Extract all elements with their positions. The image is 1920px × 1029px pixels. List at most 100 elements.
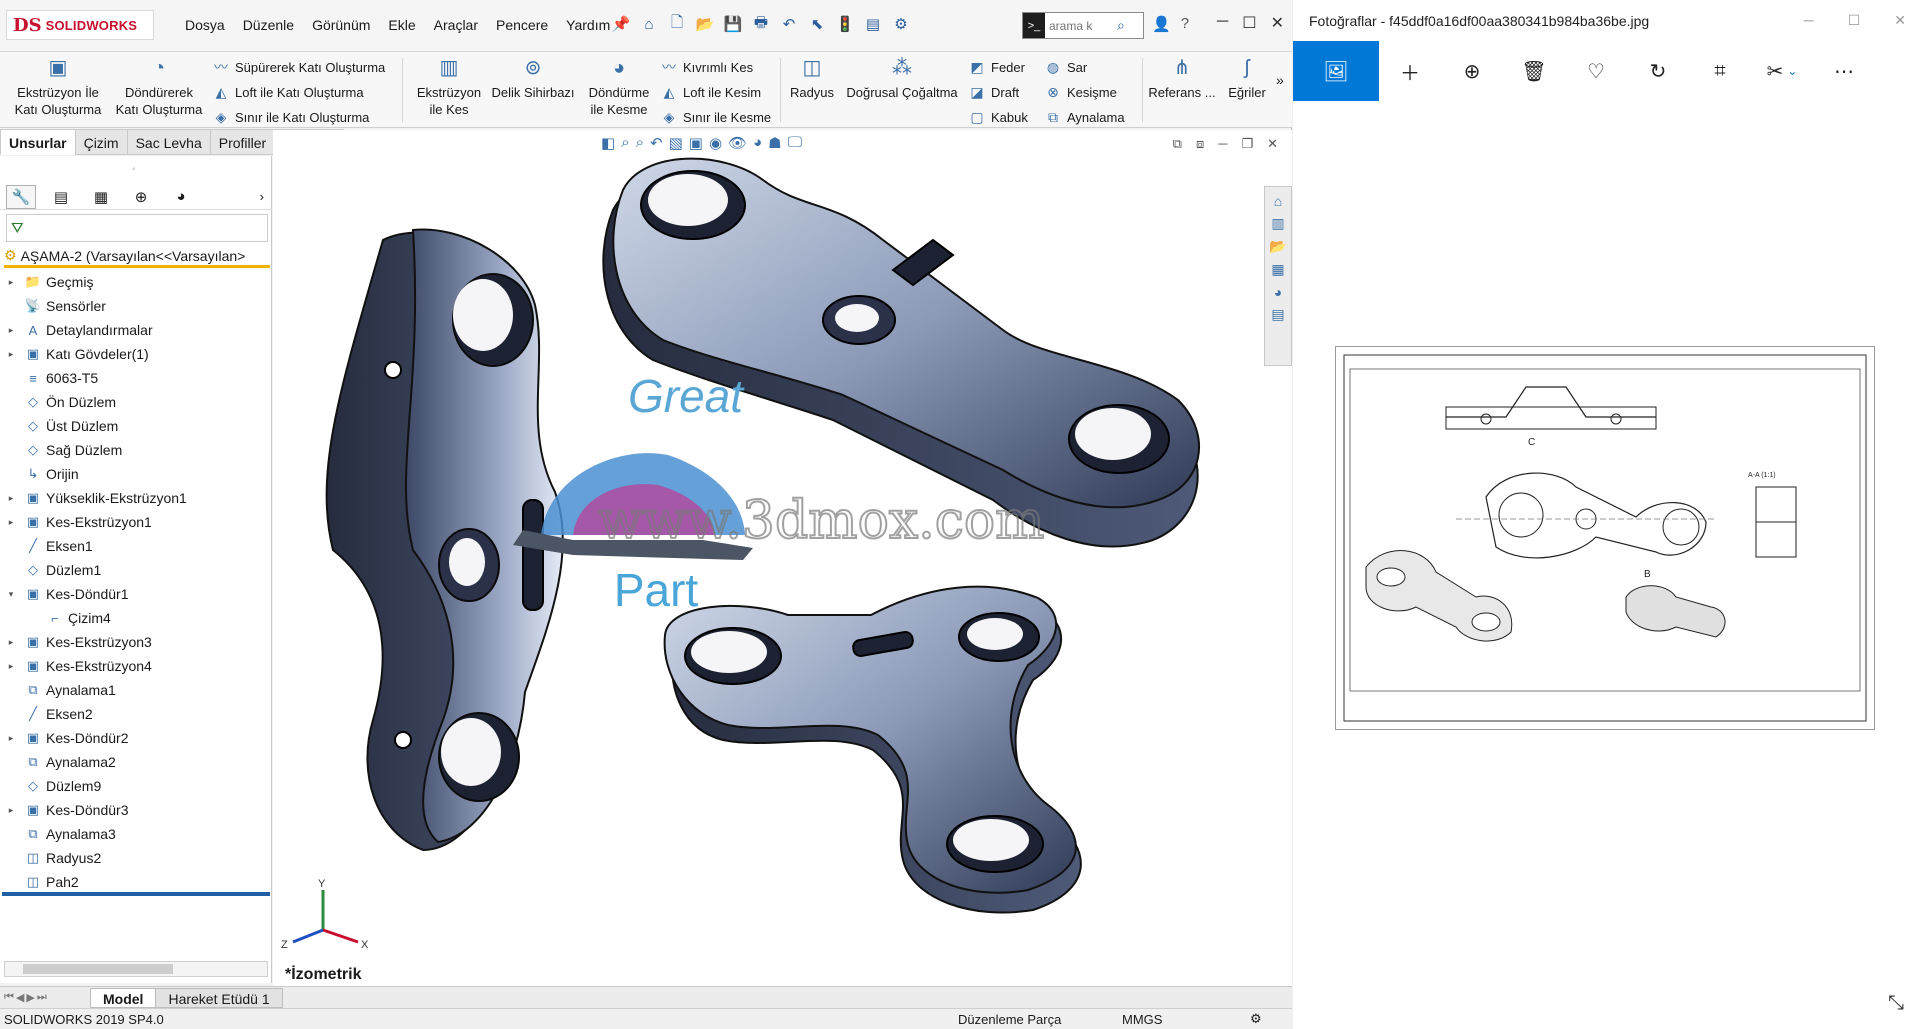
command-search-icon[interactable]: >_ bbox=[1023, 13, 1045, 38]
open-folder-icon[interactable]: 📂 bbox=[694, 13, 716, 35]
menu-1[interactable]: Düzenle bbox=[234, 17, 303, 33]
search-input[interactable] bbox=[1045, 18, 1117, 33]
tree-node[interactable]: ◇ Üst Düzlem bbox=[0, 414, 272, 438]
view-palette-icon[interactable]: ▦ bbox=[1271, 261, 1284, 278]
tree-node[interactable]: ◇ Düzlem1 bbox=[0, 558, 272, 582]
unit-system-button[interactable]: MMGS bbox=[1122, 1012, 1162, 1027]
status-settings-icon[interactable]: ⚙ bbox=[1250, 1011, 1262, 1027]
shell-button[interactable]: ▢ Kabuk bbox=[968, 108, 1028, 126]
tree-node[interactable]: ⧉ Aynalama3 bbox=[0, 822, 272, 846]
mirror-button[interactable]: ⧉ Aynalama bbox=[1044, 108, 1125, 126]
tree-node[interactable]: ◫ Pah2 bbox=[0, 870, 272, 894]
delete-button[interactable]: 🗑 bbox=[1503, 41, 1565, 101]
tab-0[interactable]: Unsurlar bbox=[0, 129, 76, 155]
revolve-boss-button[interactable]: ◔ Döndürerek Katı Oluşturma bbox=[112, 56, 206, 118]
extrude-boss-button[interactable]: ▣ Ekstrüzyon İle Katı Oluşturma bbox=[8, 56, 108, 118]
expand-arrow-icon[interactable]: ▸ bbox=[4, 661, 18, 672]
graphics-area[interactable]: ◧ ⌕ ⌕ ↶ ▧ ▣ ◉ 👁 ◕ ☗ 🖵 ⧉ ⧈ ─ ❐ ✕ Great Pa… bbox=[273, 130, 1292, 986]
photos-minimize-icon[interactable]: ─ bbox=[1804, 12, 1814, 29]
tree-node[interactable]: ↳ Orijin bbox=[0, 462, 272, 486]
close-icon[interactable]: ✕ bbox=[1271, 13, 1284, 33]
chevron-right-icon[interactable]: › bbox=[260, 189, 264, 204]
appearances-icon[interactable]: ◕ bbox=[1274, 284, 1282, 300]
hole-wizard-button[interactable]: ⊚ Delik Sihirbazı bbox=[490, 56, 576, 101]
first-tab-icon[interactable]: ⏮ bbox=[4, 991, 14, 1004]
revolved-cut-button[interactable]: ◕ Döndürme ile Kesme bbox=[580, 56, 658, 118]
part-bottom-view[interactable] bbox=[663, 585, 1082, 914]
curves-button[interactable]: ʃ Eğriler bbox=[1222, 56, 1272, 101]
menu-3[interactable]: Ekle bbox=[379, 17, 424, 33]
photos-maximize-icon[interactable]: ☐ bbox=[1848, 12, 1861, 29]
resize-diagonal-icon[interactable]: ⤡ bbox=[1888, 992, 1904, 1015]
loft-button[interactable]: ◭ Loft ile Katı Oluşturma bbox=[212, 83, 364, 101]
solidworks-resources-icon[interactable]: ⌂ bbox=[1274, 193, 1282, 209]
search-magnifier-icon[interactable]: ⌕ bbox=[1117, 17, 1125, 34]
solidworks-logo[interactable]: DS SOLIDWORKS bbox=[6, 10, 154, 40]
rib-button[interactable]: ◩ Feder bbox=[968, 58, 1025, 76]
file-explorer-icon[interactable]: 📂 bbox=[1269, 238, 1286, 255]
tree-node[interactable]: ▸ ▣ Kes-Döndür2 bbox=[0, 726, 272, 750]
undo-icon[interactable]: ↶ bbox=[778, 13, 800, 35]
more-options-button[interactable]: ⋯ bbox=[1813, 41, 1875, 101]
tree-node[interactable]: ▸ ▣ Kes-Ekstrüzyon4 bbox=[0, 654, 272, 678]
tree-node[interactable]: ▸ ▣ Kes-Ekstrüzyon3 bbox=[0, 630, 272, 654]
tab-1[interactable]: Çizim bbox=[74, 129, 128, 155]
edit-create-button[interactable]: ✂ ⌄ bbox=[1751, 41, 1813, 101]
more-chevron-icon[interactable]: » bbox=[1276, 72, 1284, 88]
tree-node[interactable]: ▸ ▣ Yükseklik-Ekstrüzyon1 bbox=[0, 486, 272, 510]
tree-node[interactable]: ▸ A Detaylandırmalar bbox=[0, 318, 272, 342]
tree-node[interactable]: ▸ ▣ Kes-Döndür3 bbox=[0, 798, 272, 822]
see-all-photos-button[interactable]: 🖼 bbox=[1293, 41, 1379, 101]
part-root-node[interactable]: ⚙ AŞAMA-2 (Varsayılan<<Varsayılan> bbox=[4, 246, 270, 268]
tree-node[interactable]: ◇ Sağ Düzlem bbox=[0, 438, 272, 462]
tree-node[interactable]: ▸ ▣ Kes-Ekstrüzyon1 bbox=[0, 510, 272, 534]
menu-5[interactable]: Pencere bbox=[487, 17, 557, 33]
photos-close-icon[interactable]: ✕ bbox=[1894, 12, 1906, 29]
tree-node[interactable]: ▸ ▣ Katı Gövdeler(1) bbox=[0, 342, 272, 366]
intersect-button[interactable]: ⊗ Kesişme bbox=[1044, 83, 1117, 101]
favorite-button[interactable]: ♡ bbox=[1565, 41, 1627, 101]
tab-3[interactable]: Profiller bbox=[209, 129, 276, 155]
tree-node[interactable]: ▸ 📁 Geçmiş bbox=[0, 270, 272, 294]
tree-node[interactable]: ◫ Radyus2 bbox=[0, 846, 272, 870]
boundary-boss-button[interactable]: ◈ Sınır ile Katı Oluşturma bbox=[212, 108, 370, 126]
expand-arrow-icon[interactable]: ▸ bbox=[4, 517, 18, 528]
expand-arrow-icon[interactable]: ▸ bbox=[4, 349, 18, 360]
linear-pattern-button[interactable]: ⁂ Doğrusal Çoğaltma bbox=[842, 56, 962, 101]
reference-geometry-button[interactable]: ⋔ Referans ... bbox=[1146, 56, 1218, 101]
tree-node[interactable]: ▾ ▣ Kes-Döndür1 bbox=[0, 582, 272, 606]
last-tab-icon[interactable]: ⏭ bbox=[37, 991, 47, 1004]
user-icon[interactable]: 👤 bbox=[1152, 15, 1171, 33]
swept-cut-button[interactable]: 〰 Kıvrımlı Kes bbox=[660, 58, 753, 76]
tree-node[interactable]: ╱ Eksen2 bbox=[0, 702, 272, 726]
lofted-cut-button[interactable]: ◭ Loft ile Kesim bbox=[660, 83, 761, 101]
custom-properties-icon[interactable]: ▤ bbox=[1271, 306, 1284, 323]
print-icon[interactable]: 🖶 bbox=[750, 13, 772, 35]
add-to-button[interactable]: ＋ bbox=[1379, 41, 1441, 101]
menu-2[interactable]: Görünüm bbox=[303, 17, 379, 33]
expand-arrow-icon[interactable]: ▸ bbox=[4, 493, 18, 504]
expand-arrow-icon[interactable]: ▸ bbox=[4, 805, 18, 816]
tree-node[interactable]: 📡 Sensörler bbox=[0, 294, 272, 318]
design-library-icon[interactable]: ▥ bbox=[1271, 215, 1284, 232]
bottom-tab-1[interactable]: Hareket Etüdü 1 bbox=[155, 987, 283, 1008]
expand-arrow-icon[interactable]: ▾ bbox=[4, 589, 18, 600]
tree-node[interactable]: ≡ 6063-T5 bbox=[0, 366, 272, 390]
tree-node[interactable]: ◇ Ön Düzlem bbox=[0, 390, 272, 414]
rebuild-icon[interactable]: 🚦 bbox=[834, 13, 856, 35]
search-box[interactable]: >_ ⌕ bbox=[1022, 12, 1144, 39]
rollback-bar[interactable] bbox=[2, 892, 270, 896]
tree-node[interactable]: ⌐ Çizim4 bbox=[0, 606, 272, 630]
dimxpert-tab-icon[interactable]: ⊕ bbox=[126, 185, 156, 209]
bottom-tab-0[interactable]: Model bbox=[90, 987, 157, 1008]
tree-filter[interactable]: ⛛ bbox=[6, 214, 268, 242]
feature-manager-tab-icon[interactable]: 🔧 bbox=[6, 184, 36, 209]
next-tab-icon[interactable]: ▶ bbox=[26, 991, 34, 1004]
expand-arrow-icon[interactable]: ▸ bbox=[4, 733, 18, 744]
draft-button[interactable]: ◪ Draft bbox=[968, 83, 1019, 101]
home-icon[interactable]: ⌂ bbox=[638, 13, 660, 35]
pin-icon[interactable]: 📌 bbox=[610, 13, 632, 35]
select-cursor-icon[interactable]: ⬉ bbox=[806, 13, 828, 35]
options-gear-icon[interactable]: ⚙ bbox=[890, 13, 912, 35]
menu-0[interactable]: Dosya bbox=[176, 17, 234, 33]
